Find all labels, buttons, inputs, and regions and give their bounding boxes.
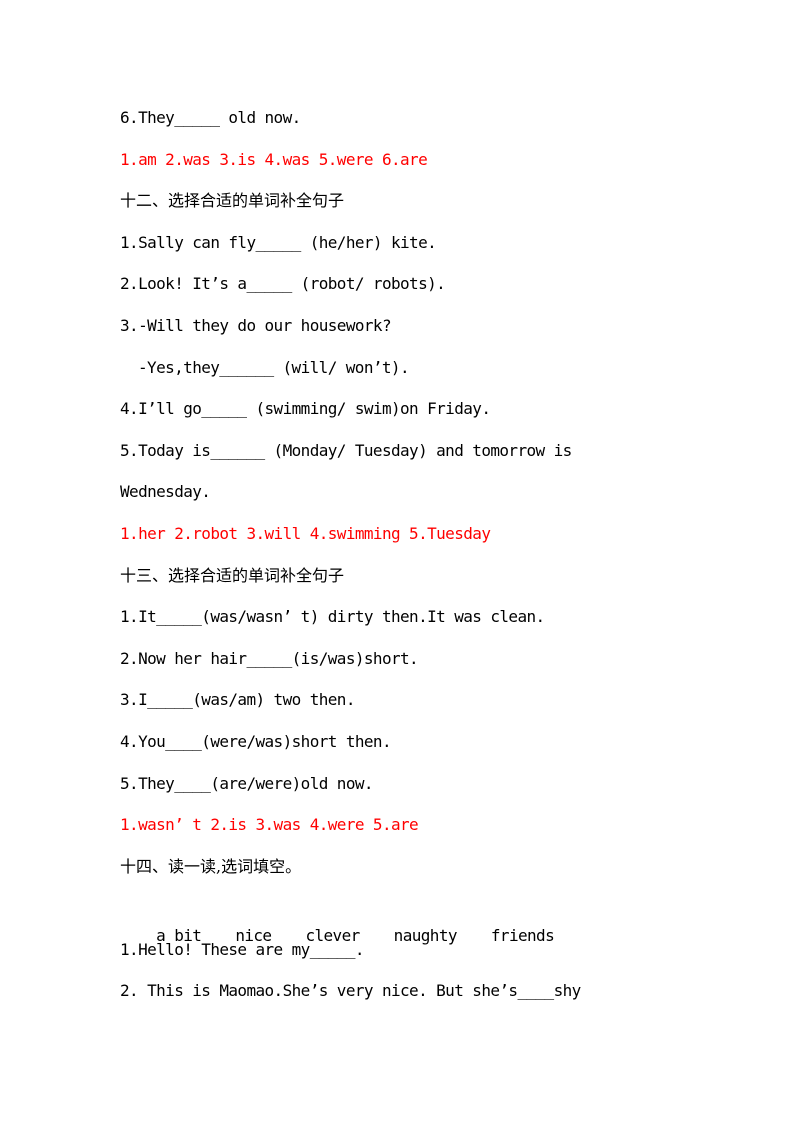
question-line: 2.Look! It’s a_____ (robot/ robots).	[120, 274, 446, 294]
word-bank-item: naughty	[393, 926, 458, 946]
question-line: 3.-Will they do our housework?	[120, 315, 392, 335]
word-bank-item: friends	[490, 926, 555, 946]
question-line: 5.Today is______ (Monday/ Tuesday) and t…	[120, 440, 572, 460]
section-heading: 十四、读一读,选词填空。	[120, 856, 302, 876]
question-line: 2.Now her hair_____(is/was)short.	[120, 648, 419, 668]
answer-key: 1.am 2.was 3.is 4.was 5.were 6.are	[120, 149, 428, 169]
word-bank: a bit nice clever naughty friends	[120, 894, 680, 945]
section-heading: 十二、选择合适的单词补全句子	[120, 191, 345, 211]
question-line: 1.Sally can fly_____ (he/her) kite.	[120, 232, 437, 252]
answer-key: 1.her 2.robot 3.will 4.swimming 5.Tuesda…	[120, 523, 491, 543]
question-line: 1.It_____(was/wasn’ t) dirty then.It was…	[120, 607, 545, 627]
question-line: Wednesday.	[120, 482, 211, 502]
question-line: 5.They____(are/were)old now.	[120, 773, 374, 793]
question-line: 6.They_____ old now.	[120, 108, 301, 127]
section-heading: 十三、选择合适的单词补全句子	[120, 565, 345, 585]
question-line: -Yes,they______ (will/ won’t).	[138, 357, 410, 377]
document-page: 6.They_____ old now. 1.am 2.was 3.is 4.w…	[120, 104, 680, 1019]
question-line: 4.I’ll go_____ (swimming/ swim)on Friday…	[120, 399, 491, 419]
question-line: 3.I_____(was/am) two then.	[120, 690, 355, 710]
answer-key: 1.wasn’ t 2.is 3.was 4.were 5.are	[120, 815, 419, 835]
question-line: 4.You____(were/was)short then.	[120, 731, 392, 751]
question-line: 2. This is Maomao.She’s very nice. But s…	[120, 981, 581, 1001]
